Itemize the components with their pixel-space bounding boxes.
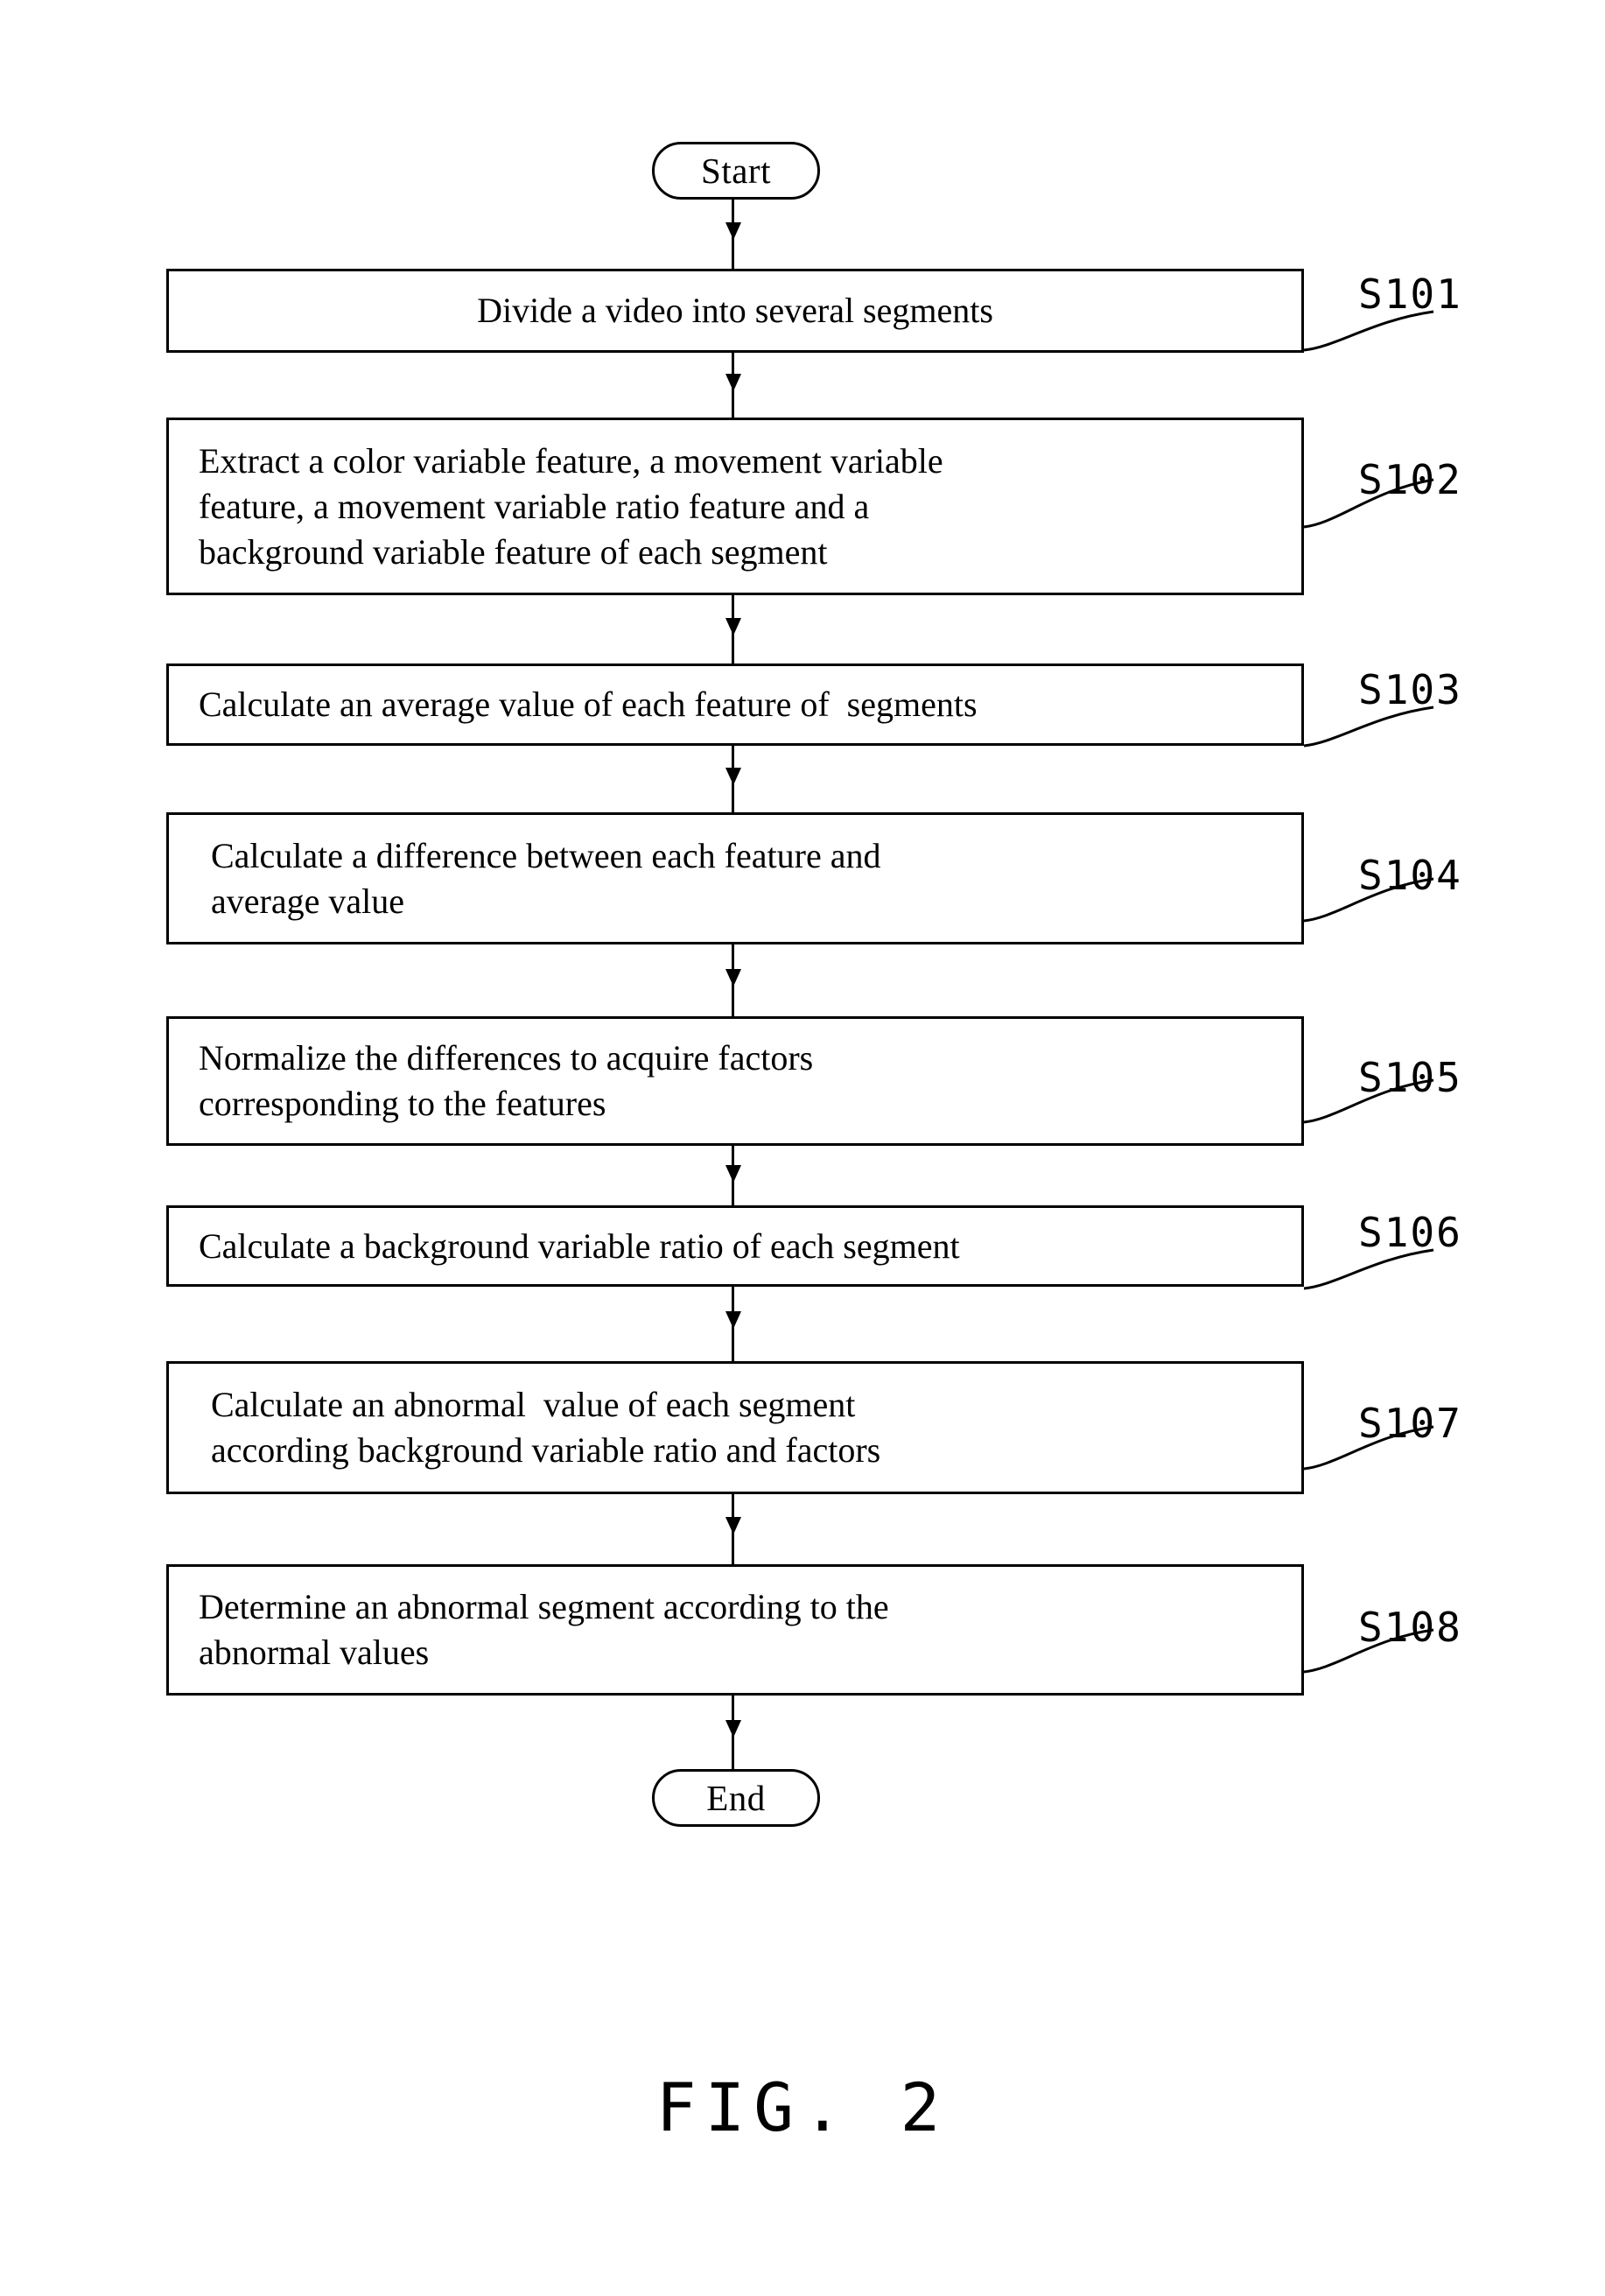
step-ref-s101: S101 bbox=[1358, 270, 1462, 318]
step-ref-s103: S103 bbox=[1358, 666, 1462, 713]
process-text-s107: Calculate an abnormal value of each segm… bbox=[211, 1385, 881, 1470]
connector-s106-to-s107 bbox=[725, 1287, 741, 1361]
connector-s105-to-s106 bbox=[725, 1146, 741, 1205]
process-box-s108: Determine an abnormal segment according … bbox=[166, 1564, 1304, 1696]
connector-s103-to-s104 bbox=[725, 746, 741, 812]
arrowhead-icon bbox=[725, 374, 741, 391]
process-text-s105: Normalize the differences to acquire fac… bbox=[199, 1038, 814, 1123]
process-box-s105: Normalize the differences to acquire fac… bbox=[166, 1016, 1304, 1146]
end-label: End bbox=[706, 1777, 766, 1818]
arrowhead-icon bbox=[725, 222, 741, 240]
process-box-s102: Extract a color variable feature, a move… bbox=[166, 418, 1304, 595]
process-text-s108: Determine an abnormal segment according … bbox=[199, 1587, 889, 1672]
figure-caption: FIG. 2 bbox=[655, 2068, 950, 2146]
process-box-s104: Calculate a difference between each feat… bbox=[166, 812, 1304, 944]
arrowhead-icon bbox=[725, 1517, 741, 1534]
connector-start-to-s101 bbox=[725, 200, 741, 269]
step-ref-s108: S108 bbox=[1358, 1604, 1462, 1651]
arrowhead-icon bbox=[725, 1165, 741, 1183]
end-terminator: End bbox=[652, 1769, 820, 1827]
start-label: Start bbox=[701, 150, 771, 191]
process-text-s104: Calculate a difference between each feat… bbox=[211, 835, 881, 921]
step-ref-s106: S106 bbox=[1358, 1209, 1462, 1256]
connector-s108-to-end bbox=[725, 1696, 741, 1769]
step-ref-s104: S104 bbox=[1358, 852, 1462, 899]
arrowhead-icon bbox=[725, 1720, 741, 1738]
step-ref-s107: S107 bbox=[1358, 1400, 1462, 1447]
step-ref-s105: S105 bbox=[1358, 1054, 1462, 1101]
connector-s107-to-s108 bbox=[725, 1494, 741, 1564]
arrowhead-icon bbox=[725, 768, 741, 785]
start-terminator: Start bbox=[652, 142, 820, 200]
arrowhead-icon bbox=[725, 969, 741, 987]
connector-s104-to-s105 bbox=[725, 944, 741, 1016]
process-box-s101: Divide a video into several segments bbox=[166, 269, 1304, 353]
process-box-s106: Calculate a background variable ratio of… bbox=[166, 1205, 1304, 1287]
process-text-s102: Extract a color variable feature, a move… bbox=[199, 440, 943, 572]
step-ref-s102: S102 bbox=[1358, 456, 1462, 503]
process-text-s101: Divide a video into several segments bbox=[477, 291, 993, 330]
arrowhead-icon bbox=[725, 618, 741, 635]
process-box-s107: Calculate an abnormal value of each segm… bbox=[166, 1361, 1304, 1494]
process-box-s103: Calculate an average value of each featu… bbox=[166, 664, 1304, 746]
process-text-s106: Calculate a background variable ratio of… bbox=[199, 1225, 960, 1266]
arrowhead-icon bbox=[725, 1311, 741, 1329]
connector-s102-to-s103 bbox=[725, 595, 741, 664]
connector-s101-to-s102 bbox=[725, 353, 741, 418]
process-text-s103: Calculate an average value of each featu… bbox=[199, 685, 978, 724]
flowchart-diagram: Start Divide a video into several segmen… bbox=[0, 0, 1605, 2296]
